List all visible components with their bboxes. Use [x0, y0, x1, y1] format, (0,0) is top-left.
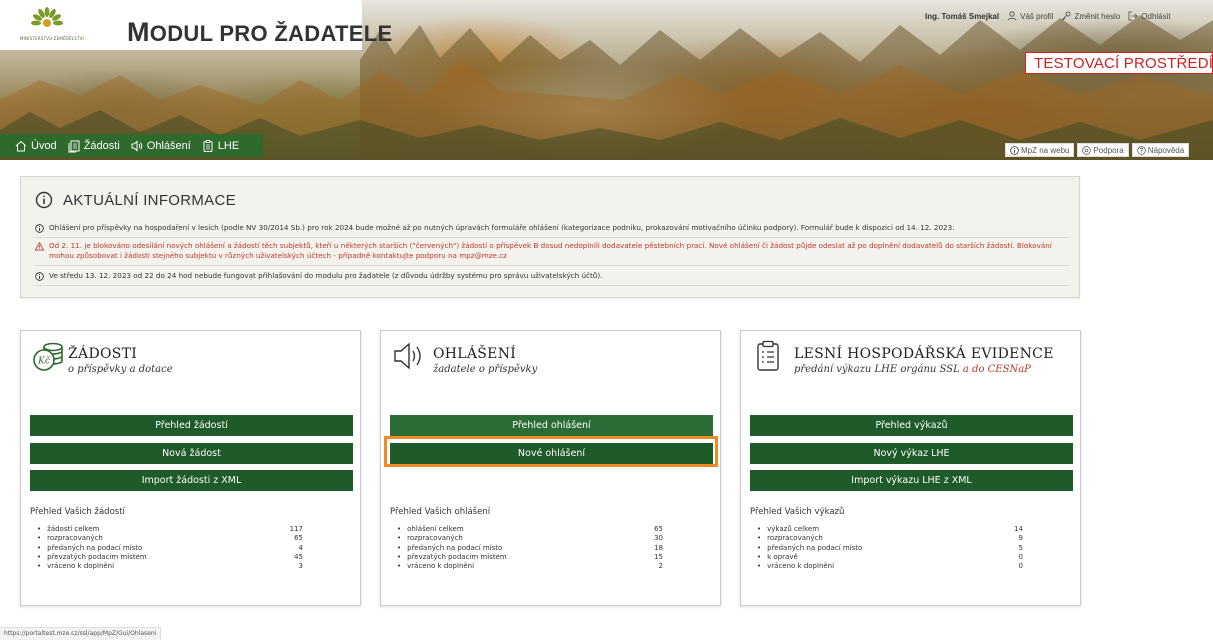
import-lhe-xml-button[interactable]: Import výkazu LHE z XML: [750, 470, 1073, 491]
list-item: převzatých podacím místem15: [397, 553, 663, 562]
coins-kc-icon: Kč: [33, 342, 63, 371]
header-banner: MINISTERSTVO ZEMĚDĚLSTVÍ MODUL PRO ŽADAT…: [0, 0, 1213, 160]
list-item: rozpracovaných9: [757, 534, 1023, 543]
new-request-button[interactable]: Nová žádost: [30, 443, 353, 464]
list-item: rozpracovaných65: [37, 534, 303, 543]
clipboard-list-icon: [757, 340, 779, 371]
import-request-xml-button[interactable]: Import žádosti z XML: [30, 470, 353, 491]
stats-list: výkazů celkem14 rozpracovaných9 předanýc…: [757, 525, 1023, 571]
stats-title: Přehled Vašich výkazů: [750, 507, 845, 517]
stats-list: ohlášení celkem65 rozpracovaných30 předa…: [397, 525, 663, 571]
list-item: převzatých podacím místem45: [37, 553, 303, 562]
card-title: ŽÁDOSTI: [68, 346, 138, 362]
list-item: předaných na podací místo4: [37, 544, 303, 553]
app-title: MODUL PRO ŽADATELE: [127, 17, 393, 47]
overview-announcements-button[interactable]: Přehled ohlášení: [390, 415, 713, 436]
test-environment-badge: TESTOVACÍ PROSTŘEDÍ: [1025, 52, 1213, 74]
home-icon: [15, 140, 27, 151]
card-subtitle: žadatele o příspěvky: [433, 364, 538, 375]
list-item: žádostí celkem117: [37, 525, 303, 534]
list-item: vráceno k doplnění3: [37, 562, 303, 571]
new-lhe-report-button[interactable]: Nový výkaz LHE: [750, 443, 1073, 464]
logout-icon: [1128, 11, 1138, 21]
card-header: LESNÍ HOSPODÁŘSKÁ EVIDENCE předání výkaz…: [741, 331, 1080, 391]
card-title: LESNÍ HOSPODÁŘSKÁ EVIDENCE: [794, 346, 1054, 362]
new-announcement-button[interactable]: Nové ohlášení: [390, 443, 713, 464]
card-subtitle: o příspěvky a dotace: [68, 364, 173, 375]
logo-caption: MINISTERSTVO ZEMĚDĚLSTVÍ: [20, 36, 84, 41]
news-panel: AKTUÁLNÍ INFORMACE Ohlášení pro příspěvk…: [20, 176, 1080, 298]
card-title: OHLÁŠENÍ: [433, 346, 517, 362]
list-item: k opravě0: [757, 553, 1023, 562]
info-icon: [35, 272, 44, 281]
ministry-logo-icon: [31, 7, 63, 27]
list-item: předaných na podací místo18: [397, 544, 663, 553]
info-icon: [1010, 145, 1019, 155]
user-bar: Ing. Tomáš Smejkal Váš profil Změnit hes…: [925, 4, 1213, 28]
key-icon: [1062, 11, 1071, 21]
stats-title: Přehled Vašich žádostí: [30, 507, 125, 517]
list-item: vráceno k doplnění0: [757, 562, 1023, 571]
info-circle-icon: [35, 191, 53, 209]
card-ohlaseni: OHLÁŠENÍ žadatele o příspěvky Přehled oh…: [380, 330, 721, 606]
main-nav: Úvod Žádosti Ohlášení LHE: [0, 134, 263, 157]
help-link[interactable]: Nápověda: [1131, 143, 1190, 157]
list-item: výkazů celkem14: [757, 525, 1023, 534]
list-item: předaných na podací místo5: [757, 544, 1023, 553]
speaker-icon: [394, 342, 421, 370]
overview-reports-button[interactable]: Přehled výkazů: [750, 415, 1073, 436]
documents-icon: [68, 140, 80, 152]
nav-item-lhe[interactable]: LHE: [201, 139, 239, 153]
user-name: Ing. Tomáš Smejkal: [925, 11, 1000, 21]
question-icon: [1136, 145, 1146, 155]
svg-text:Kč: Kč: [37, 356, 51, 367]
logo-area: MINISTERSTVO ZEMĚDĚLSTVÍ MODUL PRO ŽADAT…: [0, 0, 392, 50]
at-icon: [1082, 145, 1092, 155]
nav-item-uvod[interactable]: Úvod: [14, 139, 57, 153]
card-zadosti: Kč ŽÁDOSTI o příspěvky a dotace Přehled …: [20, 330, 361, 606]
card-lhe: LESNÍ HOSPODÁŘSKÁ EVIDENCE předání výkaz…: [740, 330, 1081, 606]
news-item: Ohlášení pro příspěvky na hospodaření v …: [35, 223, 1069, 238]
overview-requests-button[interactable]: Přehled žádostí: [30, 415, 353, 436]
stats-list: žádostí celkem117 rozpracovaných65 předa…: [37, 525, 303, 571]
list-item: rozpracovaných30: [397, 534, 663, 543]
nav-item-zadosti[interactable]: Žádosti: [67, 139, 120, 153]
info-icon: [35, 224, 44, 233]
stats-title: Přehled Vašich ohlášení: [390, 507, 491, 517]
user-icon: [1007, 11, 1017, 21]
support-link[interactable]: Podpora: [1077, 143, 1129, 157]
card-header: OHLÁŠENÍ žadatele o příspěvky: [381, 331, 720, 391]
warning-icon: [35, 242, 44, 251]
profile-link[interactable]: Váš profil: [1007, 11, 1053, 21]
news-item: Ve středu 13. 12. 2023 od 22 do 24 hod n…: [35, 271, 1069, 286]
help-bar: MpZ na webu Podpora Nápověda: [1005, 143, 1213, 157]
nav-item-ohlaseni[interactable]: Ohlášení: [130, 139, 191, 153]
change-password-link[interactable]: Změnit heslo: [1061, 11, 1120, 21]
speaker-icon: [131, 139, 142, 152]
mpz-web-link[interactable]: MpZ na webu: [1005, 143, 1075, 157]
list-item: vráceno k doplnění2: [397, 562, 663, 571]
clipboard-icon: [203, 139, 213, 152]
news-title: AKTUÁLNÍ INFORMACE: [35, 191, 236, 209]
card-header: Kč ŽÁDOSTI o příspěvky a dotace: [21, 331, 360, 391]
card-subtitle: předání výkazu LHE orgánu SSL a do CESNa…: [794, 364, 1031, 375]
status-bar-url: https://portaltest.mze.cz/ssl/app/MpZ/Gu…: [0, 627, 162, 640]
list-item: ohlášení celkem65: [397, 525, 663, 534]
news-item-warning: Od 2. 11. je blokováno odesílání nových …: [35, 241, 1069, 266]
logout-link[interactable]: Odhlásit: [1128, 11, 1171, 21]
